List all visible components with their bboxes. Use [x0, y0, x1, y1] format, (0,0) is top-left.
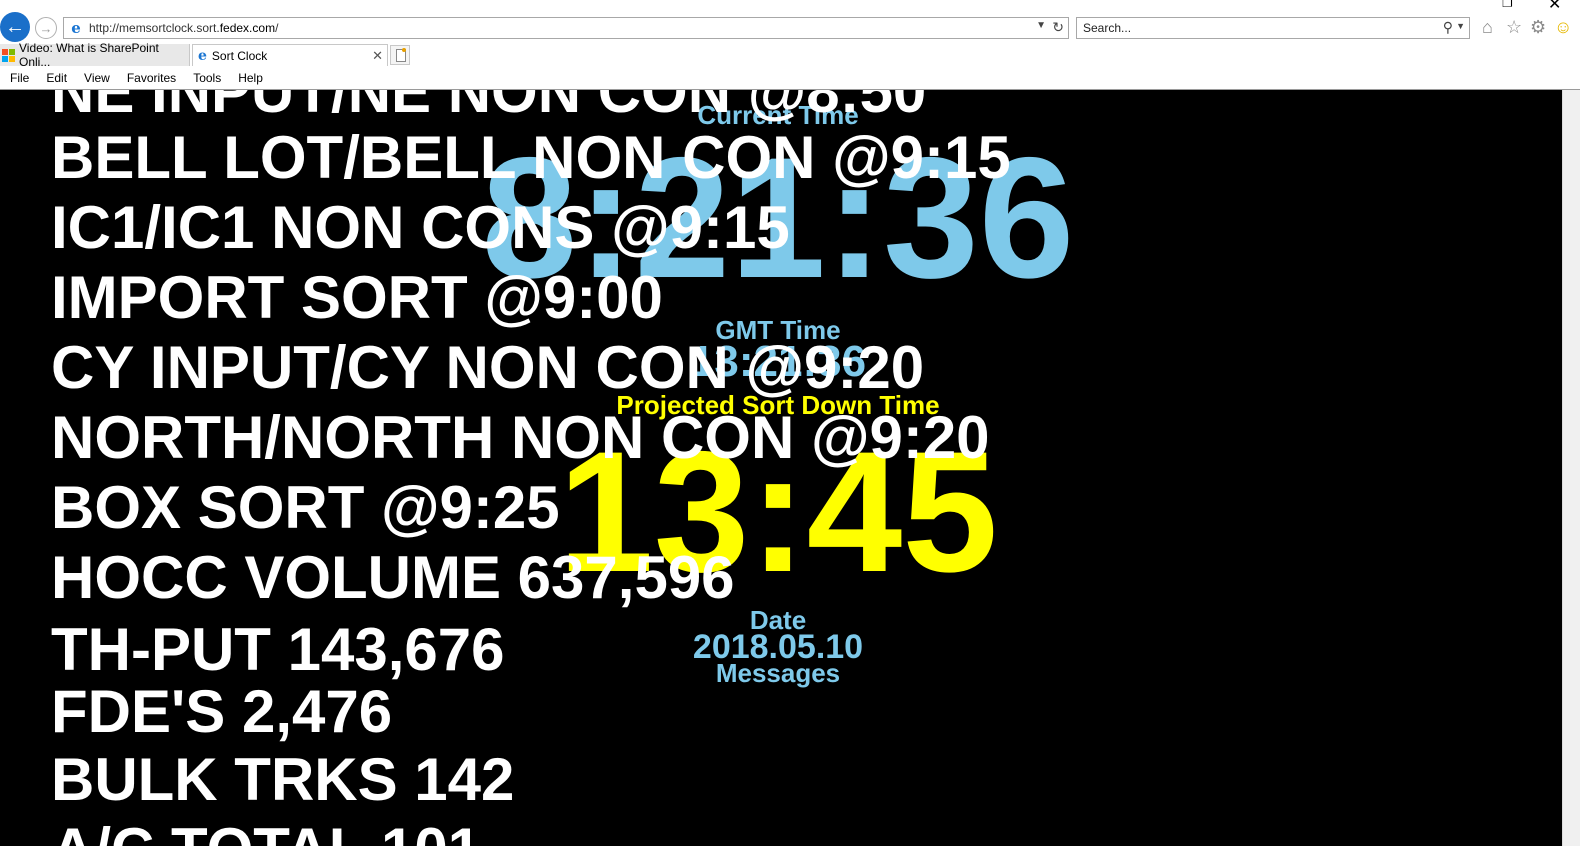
tab-sharepoint-video[interactable]: Video: What is SharePoint Onli... [0, 41, 190, 69]
home-icon[interactable]: ⌂ [1482, 17, 1493, 38]
ie-page-icon: e [71, 19, 81, 37]
url-suffix: / [275, 21, 279, 35]
feedback-smiley-icon[interactable]: ☺ [1554, 17, 1572, 38]
address-dropdown-icon[interactable]: ▼ [1036, 20, 1046, 31]
menu-tools[interactable]: Tools [183, 68, 228, 88]
menu-help[interactable]: Help [228, 68, 270, 88]
search-dropdown-icon[interactable]: ▼ [1456, 21, 1465, 31]
favorites-star-icon[interactable]: ☆ [1506, 17, 1522, 38]
tab-close-icon[interactable]: ✕ [372, 48, 383, 64]
forward-button[interactable]: → [35, 17, 57, 39]
back-arrow-icon: ← [5, 15, 25, 38]
menu-favorites[interactable]: Favorites [117, 68, 183, 88]
message-line: HOCC VOLUME 637,596 [51, 544, 735, 611]
ie-tab-icon: e [198, 47, 207, 64]
menu-view[interactable]: View [74, 68, 117, 88]
projected-sort-down-label: Projected Sort Down Time [616, 390, 940, 420]
close-window-icon[interactable]: ✕ [1548, 0, 1561, 14]
tab-label: Video: What is SharePoint Onli... [19, 41, 159, 69]
menu-bar: File Edit View Favorites Tools Help [0, 68, 270, 88]
search-box[interactable]: ⚲ ▼ [1076, 17, 1470, 39]
sort-clock-page: Current Time 8:21:36 GMT Time 13:21:36 P… [0, 90, 1562, 846]
message-line: TH-PUT 143,676 [51, 616, 505, 683]
message-line: BULK TRKS 142 [51, 746, 515, 813]
message-line: A/C TOTAL 101 [51, 820, 481, 846]
message-line: IMPORT SORT @9:00 [51, 264, 663, 331]
address-url[interactable]: http://memsortclock.sort.fedex.com/ [89, 21, 278, 35]
message-line: NE INPUT/NE NON CON @8:50 [51, 90, 927, 125]
refresh-icon[interactable]: ↻ [1052, 19, 1064, 36]
messages-label: Messages [715, 658, 841, 688]
message-line: FDE'S 2,476 [51, 678, 393, 745]
message-line: BELL LOT/BELL NON CON @9:15 [51, 124, 1011, 191]
browser-chrome: ❐ ✕ ← → e http://memsortclock.sort.fedex… [0, 0, 1580, 90]
tab-label: Sort Clock [211, 48, 268, 63]
vertical-scrollbar[interactable] [1562, 90, 1580, 846]
message-line: CY INPUT/CY NON CON @9:20 [51, 334, 925, 401]
menu-file[interactable]: File [0, 68, 36, 88]
menu-edit[interactable]: Edit [36, 68, 74, 88]
search-icon[interactable]: ⚲ [1443, 19, 1453, 36]
url-prefix: http://memsortclock.sort. [89, 21, 220, 35]
back-button[interactable]: ← [0, 12, 30, 42]
message-line: IC1/IC1 NON CONS @9:15 [51, 194, 790, 261]
address-bar[interactable]: e http://memsortclock.sort.fedex.com/ ▼ … [63, 17, 1069, 39]
microsoft-logo-icon [2, 48, 15, 62]
tab-sort-clock[interactable]: e Sort Clock ✕ [192, 44, 388, 66]
new-tab-button[interactable] [390, 45, 410, 65]
message-line: BOX SORT @9:25 [51, 474, 560, 541]
search-input[interactable] [1083, 21, 1403, 35]
url-domain: fedex.com [219, 21, 276, 35]
restore-window-icon[interactable]: ❐ [1502, 0, 1513, 10]
forward-arrow-icon: → [39, 20, 53, 36]
gear-icon[interactable]: ⚙ [1530, 17, 1546, 38]
